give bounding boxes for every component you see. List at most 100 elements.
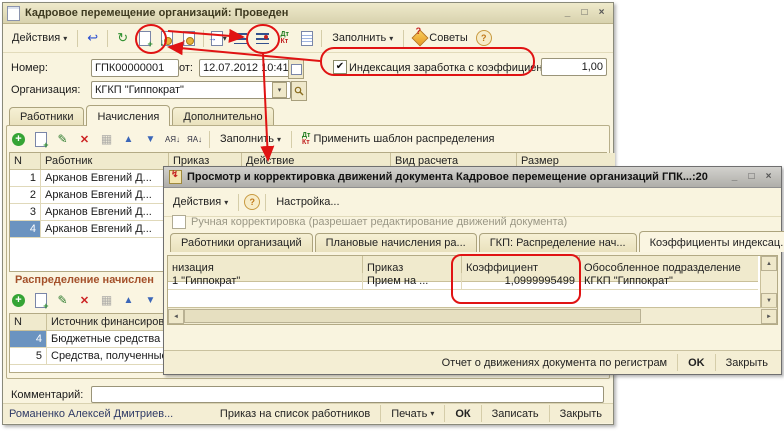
maximize-button[interactable]: □: [744, 171, 759, 184]
manual-correction-checkbox[interactable]: [172, 215, 186, 229]
tab-workers[interactable]: Работники: [9, 107, 84, 126]
dialog-title: Просмотр и корректировка движений докуме…: [187, 171, 708, 183]
date-prefix-label: от:: [179, 62, 193, 74]
create-based-on-button[interactable]: → ▾: [209, 29, 228, 47]
post-document-button[interactable]: ↓: [157, 29, 176, 47]
filter-list-button[interactable]: [253, 29, 272, 47]
add-row-button[interactable]: +: [9, 130, 28, 148]
number-field[interactable]: ГПК00000001: [91, 59, 179, 77]
help-icon[interactable]: ?: [244, 194, 260, 210]
scroll-up-button[interactable]: ▲: [761, 256, 777, 271]
tab-gkp-distribution[interactable]: ГКП: Распределение нач...: [479, 233, 637, 252]
move-down-button[interactable]: ▼: [141, 291, 160, 309]
refresh-button[interactable]: ↻: [113, 29, 132, 47]
date-field[interactable]: 12.07.2012 10:41:20: [199, 59, 293, 77]
organization-combo[interactable]: КГКП "Гиппократ" ▾: [91, 81, 291, 99]
separator: [549, 405, 550, 422]
close-button[interactable]: ×: [761, 171, 776, 184]
edit-row-button[interactable]: ✎: [53, 291, 72, 309]
copy-icon: +: [139, 31, 151, 46]
indexation-label: Индексация заработка с коэффициентом:: [349, 62, 564, 74]
minimize-button[interactable]: _: [727, 171, 742, 184]
register-report-button[interactable]: Отчет о движениях документа по регистрам: [437, 356, 673, 370]
copy-row-button[interactable]: +: [31, 291, 50, 309]
help-icon[interactable]: ?: [476, 30, 492, 46]
tab-accruals[interactable]: Начисления: [86, 105, 170, 126]
dtkt-icon: ДтКт: [302, 132, 310, 146]
chevron-down-icon[interactable]: ▾: [272, 82, 287, 98]
chevron-down-icon: ▾: [223, 34, 227, 43]
report-button[interactable]: [297, 29, 316, 47]
settings-button[interactable]: Настройка...: [271, 194, 344, 210]
scrollbar-thumb[interactable]: [184, 309, 641, 323]
calc-button[interactable]: ▦: [97, 291, 116, 309]
tab-additional[interactable]: Дополнительно: [172, 107, 273, 126]
actions-menu-button[interactable]: Действия ▾: [168, 194, 233, 210]
close-button[interactable]: Закрыть: [721, 356, 773, 370]
calendar-button[interactable]: [288, 59, 304, 79]
accruals-fill-button[interactable]: Заполнить ▾: [215, 131, 286, 147]
scroll-left-button[interactable]: ◄: [168, 309, 184, 324]
copy-row-button[interactable]: +: [31, 130, 50, 148]
minimize-button[interactable]: _: [560, 7, 575, 20]
responsible-link[interactable]: Романенко Алексей Дмитриев...: [9, 408, 173, 420]
actions-menu-button[interactable]: Действия ▾: [7, 30, 72, 46]
print-button[interactable]: Печать ▾: [386, 407, 439, 421]
table-row[interactable]: 1 "Гиппократ" Прием на ... 1,0999995499 …: [168, 273, 777, 290]
move-up-button[interactable]: ▲: [119, 130, 138, 148]
unpost-document-icon: ↑: [183, 31, 195, 46]
close-button[interactable]: Закрыть: [555, 407, 607, 421]
main-footer: Романенко Алексей Дмитриев... Приказ на …: [3, 403, 613, 423]
coefficient-field[interactable]: 1,00: [541, 58, 607, 76]
separator: [203, 30, 204, 47]
calendar-icon: [291, 64, 302, 75]
separator: [677, 354, 678, 371]
unpost-document-button[interactable]: ↑: [179, 29, 198, 47]
vertical-scrollbar[interactable]: ▲ ▼: [760, 256, 777, 308]
copy-button[interactable]: +: [135, 29, 154, 47]
col-n[interactable]: N: [10, 153, 41, 170]
tips-button[interactable]: ? Советы: [409, 30, 472, 46]
col-n[interactable]: N: [10, 314, 47, 331]
close-button[interactable]: ×: [594, 7, 609, 20]
add-row-button[interactable]: +: [9, 291, 28, 309]
delete-row-button[interactable]: ✕: [75, 130, 94, 148]
dialog-footer: Отчет о движениях документа по регистрам…: [164, 350, 781, 374]
chevron-down-icon: ▾: [430, 409, 434, 418]
tab-planned-accruals[interactable]: Плановые начисления ра...: [315, 233, 477, 252]
document-icon: [7, 6, 20, 21]
chevron-down-icon: ▾: [389, 34, 393, 43]
scroll-right-button[interactable]: ►: [761, 309, 777, 324]
organization-search-button[interactable]: [291, 81, 307, 101]
structure-list-button[interactable]: [231, 29, 250, 47]
delete-row-button[interactable]: ✕: [75, 291, 94, 309]
ok-button[interactable]: OK: [683, 356, 710, 370]
move-up-button[interactable]: ▲: [119, 291, 138, 309]
comment-input[interactable]: [91, 386, 604, 403]
tab-indexation-coefficients[interactable]: Коэффициенты индексац...: [639, 231, 784, 252]
apply-template-button[interactable]: ДтКт Применить шаблон распределения: [297, 130, 499, 148]
calc-button[interactable]: ▦: [97, 130, 116, 148]
indexation-checkbox[interactable]: ✔: [333, 60, 347, 74]
move-down-button[interactable]: ▼: [141, 130, 160, 148]
separator: [321, 30, 322, 47]
scroll-down-button[interactable]: ▼: [761, 293, 777, 308]
organization-label: Организация:: [11, 84, 80, 96]
edit-row-button[interactable]: ✎: [53, 130, 72, 148]
dtkt-movements-button[interactable]: ДтКт: [275, 29, 294, 47]
maximize-button[interactable]: □: [577, 7, 592, 20]
fill-menu-button[interactable]: Заполнить ▾: [327, 30, 398, 46]
main-toolbar: Действия ▾ ↩ ↻ + ↓ ↑ → ▾: [3, 24, 613, 53]
col-employee[interactable]: Работник: [41, 153, 169, 170]
write-button[interactable]: ↩: [83, 29, 102, 47]
main-tabs: Работники Начисления Дополнительно: [9, 105, 274, 126]
save-button[interactable]: Записать: [487, 407, 544, 421]
order-list-button[interactable]: Приказ на список работников: [215, 407, 375, 421]
dtkt-icon: ДтКт: [281, 31, 289, 45]
horizontal-scrollbar[interactable]: ◄ ►: [168, 307, 777, 324]
sort-asc-button[interactable]: АЯ↓: [163, 130, 182, 148]
ok-button[interactable]: ОК: [450, 407, 475, 421]
list-icon: [234, 33, 247, 44]
tab-org-workers[interactable]: Работники организаций: [170, 233, 313, 252]
sort-desc-button[interactable]: ЯА↓: [185, 130, 204, 148]
